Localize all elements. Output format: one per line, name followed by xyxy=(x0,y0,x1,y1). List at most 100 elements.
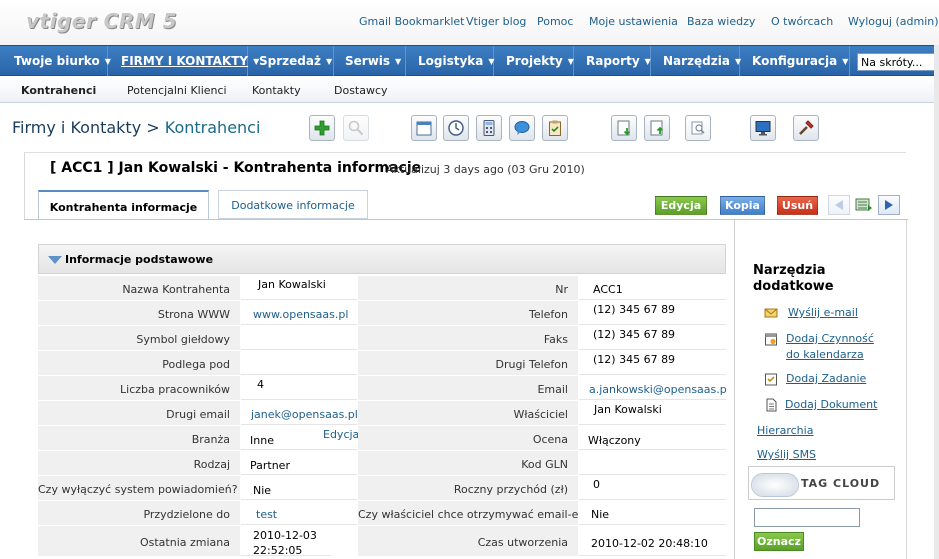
field-value-ticker[interactable] xyxy=(241,326,357,350)
subnav-item-vendors[interactable]: Dostawcy xyxy=(334,84,388,97)
collapse-triangle-icon[interactable] xyxy=(48,256,62,264)
record-title: [ ACC1 ] Jan Kowalski - Kontrahenta info… xyxy=(50,160,422,176)
field-value-annual-revenue[interactable]: 0 xyxy=(579,476,726,500)
breadcrumb-module[interactable]: Firmy i Kontakty xyxy=(12,118,141,137)
hierarchy-link[interactable]: Hierarchia xyxy=(757,423,813,439)
nav-item-dashboard[interactable]: Twoje biurko ▼ xyxy=(0,46,111,76)
top-link-about[interactable]: O twórcach xyxy=(771,15,833,28)
list-view-icon[interactable] xyxy=(853,195,875,215)
previous-record-icon[interactable] xyxy=(828,195,850,215)
tag-button[interactable]: Oznacz xyxy=(754,532,804,551)
import-icon[interactable] xyxy=(611,115,637,141)
top-link-my-settings[interactable]: Moje ustawienia xyxy=(589,15,678,28)
field-value-notify-optout[interactable]: Nie xyxy=(241,476,357,500)
tag-input[interactable] xyxy=(754,508,860,527)
field-value-gln[interactable] xyxy=(579,451,726,475)
nav-label: Serwis xyxy=(345,54,391,68)
field-value-created: 2010-12-02 20:48:10 xyxy=(579,526,726,556)
add-event-link[interactable]: Dodaj Czynność do kalendarza xyxy=(757,331,887,363)
document-icon xyxy=(766,398,777,412)
field-value-assigned-to[interactable]: test xyxy=(241,501,357,525)
top-link-gmail-bookmarklet[interactable]: Gmail Bookmarklet xyxy=(359,15,464,28)
delete-button[interactable]: Usuń xyxy=(777,196,818,215)
field-label: Ostatnia zmiana xyxy=(38,526,240,556)
field-value-website[interactable]: www.opensaas.pl xyxy=(241,301,357,325)
subnav-item-contacts[interactable]: Kontakty xyxy=(252,84,301,97)
main-nav: Twoje biurko ▼ FIRMY I KONTAKTY ▼ Sprzedaż… xyxy=(0,45,939,76)
copy-button[interactable]: Kopia xyxy=(720,196,765,215)
next-record-icon[interactable] xyxy=(878,195,900,215)
add-document-link[interactable]: Dodaj Dokument xyxy=(785,397,877,413)
field-value-type[interactable]: Partner xyxy=(241,451,357,475)
send-sms-link[interactable]: Wyślij SMS xyxy=(757,447,816,463)
field-label: Drugi Telefon xyxy=(358,351,578,375)
breadcrumb-page[interactable]: Kontrahenci xyxy=(165,118,261,137)
nav-item-logistics[interactable]: Logistyka ▼ xyxy=(404,46,495,76)
field-row: Przydzielone do test Czy właściciel chce… xyxy=(38,501,726,526)
top-links: Gmail Bookmarklet Vtiger blog Pomoc Moje… xyxy=(0,15,939,29)
chat-icon[interactable] xyxy=(509,115,535,141)
tab-account-info[interactable]: Kontrahenta informacje xyxy=(38,190,209,220)
send-email-link[interactable]: Wyślij e-mail xyxy=(788,305,858,321)
settings-icon[interactable] xyxy=(793,115,819,141)
field-label: Symbol giełdowy xyxy=(38,326,240,350)
field-value-owner[interactable]: Jan Kowalski xyxy=(579,401,726,425)
inline-edit-link[interactable]: Edycja xyxy=(323,428,359,441)
tag-cloud-header: TAG CLOUD xyxy=(748,466,895,500)
export-icon[interactable] xyxy=(644,115,670,141)
field-label: Kod GLN xyxy=(358,451,578,475)
add-task-link[interactable]: Dodaj Zadanie xyxy=(786,371,866,387)
nav-item-projects[interactable]: Projekty ▼ xyxy=(492,46,574,76)
clock-icon[interactable] xyxy=(443,115,469,141)
section-header[interactable]: Informacje podstawowe xyxy=(38,244,726,274)
field-label: Branża xyxy=(38,426,240,450)
top-link-logout[interactable]: Wyloguj (admin) xyxy=(848,15,939,28)
nav-item-companies-contacts[interactable]: FIRMY I KONTAKTY ▼ xyxy=(107,46,259,76)
field-value-email[interactable]: a.jankowski@opensaas.pl xyxy=(579,376,726,400)
field-label: Właściciel xyxy=(358,401,578,425)
field-value-account-name[interactable]: Jan Kowalski xyxy=(241,276,357,300)
nav-item-service[interactable]: Serwis ▼ xyxy=(331,46,406,76)
clipboard-icon[interactable] xyxy=(542,115,568,141)
field-row: Strona WWW www.opensaas.pl Telefon (12) … xyxy=(38,301,726,326)
field-label: Czy właściciel chce otrzymywać email-e xyxy=(358,501,578,525)
field-value-number[interactable]: ACC1 xyxy=(579,276,726,300)
top-link-vtiger-blog[interactable]: Vtiger blog xyxy=(466,15,526,28)
field-value-rating[interactable]: Włączony xyxy=(579,426,726,450)
subnav-item-leads[interactable]: Potencjalni Klienci xyxy=(127,84,227,97)
tab-additional-info[interactable]: Dodatkowe informacje xyxy=(218,190,368,219)
edit-button[interactable]: Edycja xyxy=(655,196,707,215)
nav-label: Sprzedaż xyxy=(259,54,321,68)
field-value-employees[interactable]: 4 xyxy=(241,376,357,400)
breadcrumb-sep: > xyxy=(146,118,160,137)
tag-cloud-title: TAG CLOUD xyxy=(801,477,881,490)
field-value-other-phone[interactable]: (12) 345 67 89 xyxy=(579,351,726,375)
field-value-fax[interactable]: (12) 345 67 89 xyxy=(579,326,726,350)
calendar-icon[interactable] xyxy=(411,115,437,141)
nav-item-sales[interactable]: Sprzedaż ▼ xyxy=(245,46,334,76)
search-icon[interactable] xyxy=(343,115,369,141)
field-value-secondary-email[interactable]: janek@opensaas.pl xyxy=(241,401,357,425)
record-updated: Aktualizuj 3 days ago (03 Gru 2010) xyxy=(386,163,585,176)
find-duplicates-icon[interactable] xyxy=(685,115,711,141)
monitor-icon[interactable] xyxy=(750,115,776,141)
shortcut-input[interactable] xyxy=(857,53,939,71)
section-title: Informacje podstawowe xyxy=(65,253,214,266)
nav-item-tools[interactable]: Narzędzia ▼ xyxy=(649,46,741,76)
field-value-member-of[interactable] xyxy=(241,351,357,375)
top-bar: vtiger CRM 5 Gmail Bookmarklet Vtiger bl… xyxy=(0,0,939,45)
field-value-email-optout[interactable]: Nie xyxy=(579,501,726,525)
add-icon[interactable] xyxy=(309,115,335,141)
nav-item-reports[interactable]: Raporty ▼ xyxy=(572,46,651,76)
field-label: Nazwa Kontrahenta xyxy=(38,276,240,300)
top-link-help[interactable]: Pomoc xyxy=(537,15,573,28)
field-label: Liczba pracowników xyxy=(38,376,240,400)
subnav-item-accounts[interactable]: Kontrahenci xyxy=(21,84,96,97)
page-scrollbar[interactable] xyxy=(934,45,939,559)
nav-item-configuration[interactable]: Konfiguracja ▼ xyxy=(738,46,850,76)
top-link-knowledge-base[interactable]: Baza wiedzy xyxy=(687,15,755,28)
calculator-icon[interactable] xyxy=(476,115,502,141)
field-row: Liczba pracowników 4 Email a.jankowski@o… xyxy=(38,376,726,401)
field-label: Czy wyłączyć system powiadomień? xyxy=(38,476,240,500)
field-value-phone[interactable]: (12) 345 67 89 xyxy=(579,301,726,325)
